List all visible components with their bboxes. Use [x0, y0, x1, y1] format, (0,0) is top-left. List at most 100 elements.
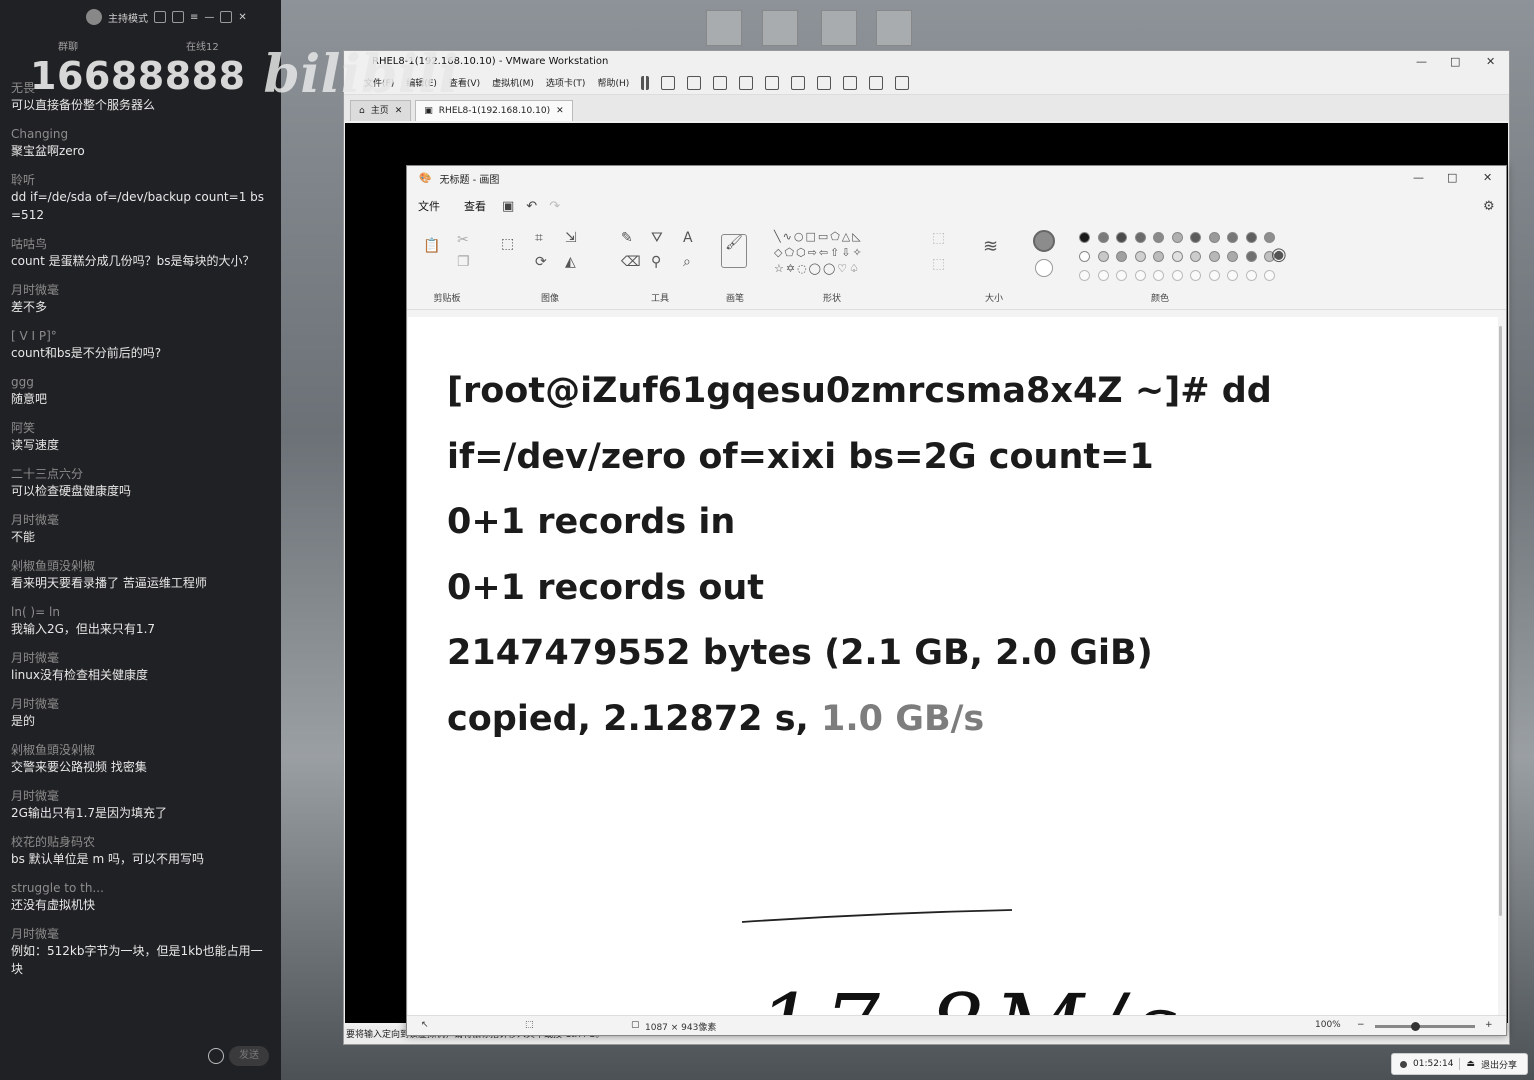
palette-swatch[interactable]	[1264, 232, 1275, 243]
line-size-icon[interactable]: ≋	[983, 236, 998, 257]
palette-swatch[interactable]	[1208, 232, 1220, 243]
zoom-slider[interactable]	[1375, 1022, 1475, 1031]
palette-swatch[interactable]	[1116, 232, 1127, 243]
palette-swatch[interactable]	[1134, 270, 1146, 281]
palette-swatch[interactable]	[1171, 232, 1183, 243]
thumbnail-icon[interactable]	[791, 75, 806, 90]
paste-icon[interactable]: 📋	[423, 238, 440, 254]
menu-help[interactable]: 帮助(H)	[597, 76, 629, 89]
palette-swatch[interactable]	[1245, 232, 1257, 243]
palette-swatch[interactable]	[1171, 251, 1183, 262]
tab-close-icon[interactable]: ✕	[556, 101, 564, 122]
palette-swatch[interactable]	[1097, 270, 1109, 281]
maximize-icon[interactable]: □	[1450, 55, 1460, 68]
send-button[interactable]: 发送	[229, 1046, 269, 1066]
minimize-icon[interactable]: —	[1413, 171, 1424, 184]
minimize-icon[interactable]: —	[204, 12, 214, 23]
stretch-icon[interactable]	[895, 75, 910, 90]
palette-swatch[interactable]	[1208, 251, 1220, 262]
palette-swatch[interactable]	[1264, 270, 1275, 281]
palette-swatch[interactable]	[1245, 251, 1257, 262]
pencil-icon[interactable]: ✎	[621, 230, 633, 246]
palette-swatch[interactable]	[1171, 270, 1183, 281]
palette-swatch[interactable]	[1134, 232, 1146, 243]
undo-icon[interactable]: ↶	[526, 199, 537, 214]
close-icon[interactable]: ✕	[238, 12, 246, 23]
palette-swatch[interactable]	[1097, 232, 1109, 243]
outline-icon[interactable]: ⬚	[932, 230, 945, 246]
minimize-icon[interactable]: —	[1416, 55, 1427, 68]
console-icon[interactable]	[869, 75, 884, 90]
palette-swatch[interactable]	[1190, 232, 1201, 243]
save-icon[interactable]: ▣	[502, 199, 514, 214]
copy-icon[interactable]: ❐	[457, 254, 470, 270]
menu-icon[interactable]: ≡	[190, 12, 198, 23]
select-icon[interactable]: ⬚	[501, 236, 514, 252]
desktop-shortcut-icon[interactable]	[762, 10, 798, 46]
palette-swatch[interactable]	[1097, 251, 1109, 262]
shapes-row-2-icon[interactable]: ◇⬠⬡⇨⇦⇧⇩✧	[774, 246, 864, 259]
menu-tabs[interactable]: 选项卡(T)	[546, 76, 586, 89]
palette-swatch[interactable]	[1190, 270, 1201, 281]
palette-swatch[interactable]	[1153, 232, 1164, 243]
color-1-swatch[interactable]	[1033, 230, 1055, 252]
text-icon[interactable]: A	[683, 230, 693, 246]
popout-icon[interactable]	[172, 11, 184, 23]
magnifier-icon[interactable]: ⌕	[683, 254, 691, 270]
palette-swatch[interactable]	[1245, 270, 1257, 281]
settings-icon[interactable]: ⚙	[1483, 199, 1495, 214]
exit-share-icon[interactable]: ⏏	[1466, 1059, 1475, 1069]
shapes-row-3-icon[interactable]: ☆✡◌◯◯♡♤	[774, 262, 861, 275]
color-2-swatch[interactable]	[1035, 259, 1053, 277]
revert-snapshot-icon[interactable]	[713, 75, 728, 90]
close-icon[interactable]: ✕	[1486, 55, 1495, 68]
desktop-shortcut-icon[interactable]	[706, 10, 742, 46]
drawing-canvas[interactable]: [root@iZuf61gqesu0zmrcsma8x4Z ~]# dd if=…	[408, 317, 1498, 1017]
menu-file[interactable]: 文件	[418, 198, 440, 214]
cut-icon[interactable]: ✂	[457, 232, 469, 248]
menu-view[interactable]: 查看	[464, 198, 486, 214]
brush-icon[interactable]: 🖌	[721, 234, 747, 268]
fill-style-icon[interactable]: ⬚	[932, 256, 945, 272]
palette-swatch[interactable]	[1153, 270, 1164, 281]
rotate-icon[interactable]: ⟳	[535, 254, 547, 270]
palette-swatch[interactable]	[1190, 251, 1201, 262]
pause-icon[interactable]	[641, 75, 650, 90]
fill-icon[interactable]: ⛛	[651, 230, 663, 246]
emoji-icon[interactable]	[208, 1048, 224, 1064]
color-picker-icon[interactable]: ⚲	[651, 254, 661, 270]
crop-icon[interactable]: ⌗	[535, 230, 543, 246]
palette-swatch[interactable]	[1153, 251, 1164, 262]
snapshot-manager-icon[interactable]	[739, 75, 754, 90]
palette-swatch[interactable]	[1134, 251, 1146, 262]
palette-swatch[interactable]	[1116, 251, 1127, 262]
zoom-in-icon[interactable]: +	[1485, 1020, 1493, 1030]
desktop-shortcut-icon[interactable]	[876, 10, 912, 46]
palette-swatch[interactable]	[1079, 232, 1090, 243]
flip-icon[interactable]: ◭	[565, 254, 576, 270]
shapes-row-1-icon[interactable]: ╲∿○□▭⬠△◺	[774, 230, 863, 243]
resize-icon[interactable]: ⇲	[565, 230, 577, 246]
zoom-out-icon[interactable]: −	[1357, 1020, 1365, 1030]
palette-swatch[interactable]	[1079, 251, 1090, 262]
exit-share-button[interactable]: 退出分享	[1481, 1058, 1517, 1071]
zoom-slider-thumb[interactable]	[1411, 1022, 1420, 1031]
unity-icon[interactable]	[843, 75, 858, 90]
vertical-scrollbar[interactable]	[1499, 326, 1502, 916]
redo-icon[interactable]: ↷	[549, 199, 560, 214]
edit-colors-icon[interactable]: ◉	[1271, 244, 1287, 265]
snapshot-icon[interactable]	[687, 75, 702, 90]
maximize-icon[interactable]	[220, 11, 233, 23]
settings-icon[interactable]	[154, 11, 166, 23]
send-ctrl-alt-del-icon[interactable]	[661, 75, 676, 90]
library-icon[interactable]	[765, 75, 780, 90]
palette-swatch[interactable]	[1116, 270, 1127, 281]
palette-swatch[interactable]	[1079, 270, 1090, 281]
eraser-icon[interactable]: ⌫	[621, 254, 641, 270]
fullscreen-icon[interactable]	[817, 75, 832, 90]
palette-swatch[interactable]	[1227, 232, 1238, 243]
desktop-shortcut-icon[interactable]	[821, 10, 857, 46]
close-icon[interactable]: ✕	[1483, 171, 1492, 184]
menu-vm[interactable]: 虚拟机(M)	[492, 76, 534, 89]
palette-swatch[interactable]	[1227, 251, 1238, 262]
